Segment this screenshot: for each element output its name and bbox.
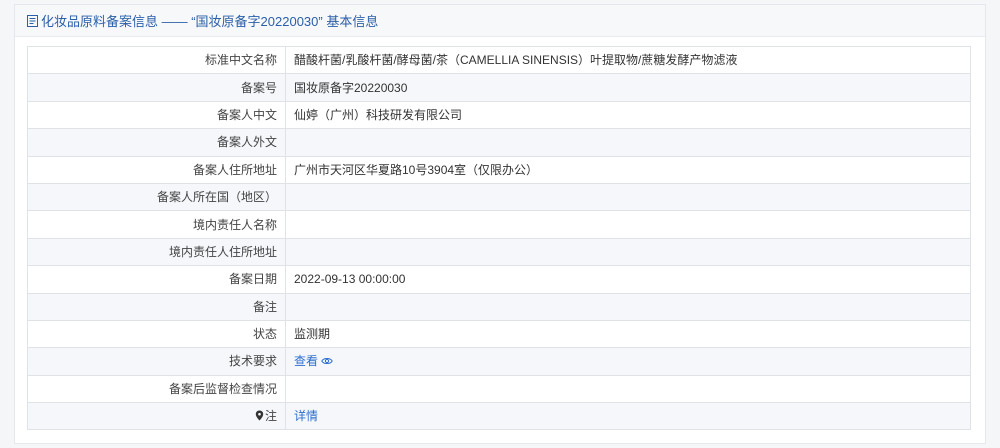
row-value: 监测期 bbox=[285, 319, 971, 349]
row-label: 境内责任人住所地址 bbox=[27, 237, 286, 267]
row-value: 醋酸杆菌/乳酸杆菌/酵母菌/茶（CAMELLIA SINENSIS）叶提取物/蔗… bbox=[285, 45, 971, 75]
view-link-label: 查看 bbox=[294, 354, 319, 369]
page-title: 化妆品原料备案信息 —— “国妆原备字20220030” 基本信息 bbox=[41, 14, 379, 29]
row-value bbox=[285, 374, 971, 404]
table-row: 备案人中文 仙婷（广州）科技研发有限公司 bbox=[27, 100, 971, 130]
eye-icon bbox=[321, 358, 333, 365]
document-icon bbox=[27, 14, 38, 27]
row-value: 详情 bbox=[285, 402, 971, 431]
row-value: 广州市天河区华夏路10号3904室（仅限办公） bbox=[285, 155, 971, 184]
marker-icon bbox=[255, 410, 264, 421]
info-panel: 化妆品原料备案信息 —— “国妆原备字20220030” 基本信息 标准中文名称… bbox=[14, 4, 986, 444]
row-label: 备案日期 bbox=[27, 265, 286, 294]
table-row: 注 详情 bbox=[27, 402, 971, 431]
row-value bbox=[285, 292, 971, 321]
row-label: 状态 bbox=[27, 319, 286, 349]
row-label: 境内责任人名称 bbox=[27, 210, 286, 239]
details-link[interactable]: 详情 bbox=[294, 409, 318, 423]
row-label: 备案后监督检查情况 bbox=[27, 374, 286, 404]
row-label: 注 bbox=[27, 402, 286, 431]
note-label: 注 bbox=[264, 409, 277, 424]
row-value bbox=[285, 182, 971, 212]
panel-header: 化妆品原料备案信息 —— “国妆原备字20220030” 基本信息 bbox=[15, 5, 985, 37]
table-row: 标准中文名称 醋酸杆菌/乳酸杆菌/酵母菌/茶（CAMELLIA SINENSIS… bbox=[27, 45, 971, 75]
row-label: 备注 bbox=[27, 292, 286, 321]
row-value bbox=[285, 237, 971, 267]
table-row: 备案后监督检查情况 bbox=[27, 374, 971, 404]
row-value: 仙婷（广州）科技研发有限公司 bbox=[285, 100, 971, 130]
table-row: 备案日期 2022-09-13 00:00:00 bbox=[27, 265, 971, 294]
row-value: 2022-09-13 00:00:00 bbox=[285, 265, 971, 294]
row-label: 备案人住所地址 bbox=[27, 155, 286, 184]
row-label: 技术要求 bbox=[27, 347, 286, 376]
row-label: 备案号 bbox=[27, 73, 286, 102]
table-row: 备案号 国妆原备字20220030 bbox=[27, 73, 971, 102]
row-label: 备案人所在国（地区） bbox=[27, 182, 286, 212]
table-row: 备案人住所地址 广州市天河区华夏路10号3904室（仅限办公） bbox=[27, 155, 971, 184]
table-row: 境内责任人名称 bbox=[27, 210, 971, 239]
table-row: 备案人外文 bbox=[27, 128, 971, 157]
table-row: 技术要求 查看 bbox=[27, 347, 971, 376]
row-value bbox=[285, 210, 971, 239]
row-value: 查看 bbox=[285, 347, 971, 376]
table-row: 状态 监测期 bbox=[27, 319, 971, 349]
table-row: 备注 bbox=[27, 292, 971, 321]
view-tech-requirements-link[interactable]: 查看 bbox=[294, 354, 333, 368]
table-row: 境内责任人住所地址 bbox=[27, 237, 971, 267]
info-table: 标准中文名称 醋酸杆菌/乳酸杆菌/酵母菌/茶（CAMELLIA SINENSIS… bbox=[27, 45, 971, 431]
row-label: 备案人中文 bbox=[27, 100, 286, 130]
row-value bbox=[285, 128, 971, 157]
row-label: 标准中文名称 bbox=[27, 45, 286, 75]
table-row: 备案人所在国（地区） bbox=[27, 182, 971, 212]
row-value: 国妆原备字20220030 bbox=[285, 73, 971, 102]
row-label: 备案人外文 bbox=[27, 128, 286, 157]
